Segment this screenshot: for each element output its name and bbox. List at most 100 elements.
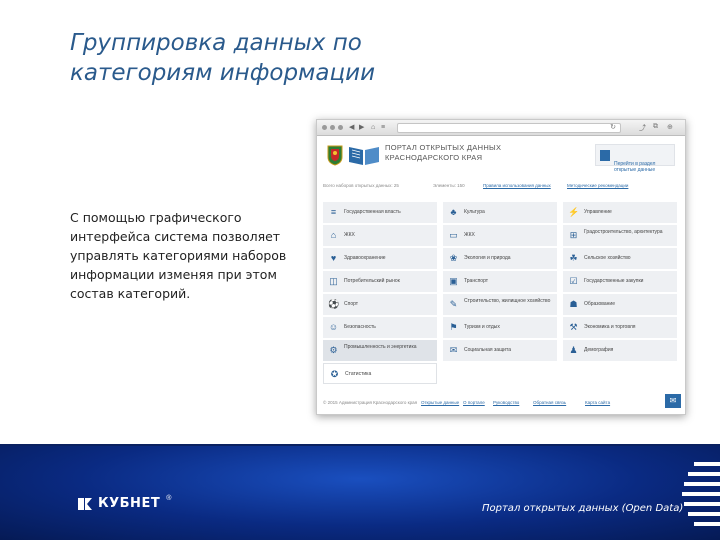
housing-icon: ⌂	[330, 230, 337, 240]
category-tile[interactable]: ✪ Статистика	[323, 363, 437, 384]
address-bar[interactable]: ↻	[397, 123, 621, 133]
copyright-text: © 2015 Администрация Краснодарского края	[323, 400, 418, 405]
government-icon: ≡	[330, 207, 337, 217]
category-label: Государственная власть	[344, 209, 401, 215]
category-tile[interactable]: ☗ Образование	[563, 294, 677, 315]
market-icon: ◫	[329, 276, 338, 286]
total-sets-text: Всего наборов открытых данных: 25	[323, 183, 399, 188]
social-icon: ✉	[449, 345, 458, 355]
footer-link-sitemap[interactable]: Карта сайта	[585, 400, 610, 405]
menu-icon[interactable]: ≡	[381, 124, 385, 132]
category-label: ЖКХ	[464, 232, 475, 238]
open-data-section-label: Перейти в раздел открытые данные	[614, 161, 656, 173]
categories-grid: ≡ Государственная власть ♣ Культура ⚡ Управле…	[323, 202, 681, 384]
category-label: Спорт	[344, 301, 359, 307]
logo-text: КУБНЕТ	[98, 496, 161, 511]
category-label: Строительство, жилищное хозяйство	[464, 298, 551, 304]
footer-link-about[interactable]: О портале	[463, 400, 485, 405]
window-close-dot[interactable]	[322, 125, 327, 130]
category-tile[interactable]: ♣ Культура	[443, 202, 557, 223]
category-tile[interactable]: ✉ Социальная защита	[443, 340, 557, 361]
category-label: Потребительский рынок	[344, 278, 400, 284]
footer-link-feedback[interactable]: Обратная связь	[533, 400, 566, 405]
share-icon[interactable]: ⤴	[639, 123, 646, 133]
demography-icon: ♟	[569, 345, 578, 355]
site-footer: © 2015 Администрация Краснодарского края…	[323, 394, 681, 409]
category-label: Туризм и отдых	[464, 324, 500, 330]
category-label: Промышленность и энергетика	[344, 344, 417, 350]
category-label: Сельское хозяйство	[584, 255, 631, 261]
mail-icon[interactable]: ✉	[665, 394, 681, 408]
category-label: Управление	[584, 209, 612, 215]
category-tile[interactable]: ⌂ ЖКХ	[323, 225, 437, 246]
sport-icon: ⚽	[328, 299, 340, 309]
category-label: Образование	[584, 301, 615, 307]
methods-link[interactable]: Методические рекомендации	[567, 183, 628, 188]
construction-icon: ✎	[449, 299, 458, 309]
footer-link-guide[interactable]: Руководство	[493, 400, 519, 405]
housing-card-icon: ▭	[449, 230, 458, 240]
category-tile[interactable]: ❀ Экология и природа	[443, 248, 557, 269]
category-tile[interactable]: ▭ ЖКХ	[443, 225, 557, 246]
reload-icon[interactable]: ↻	[610, 123, 616, 131]
info-row: Всего наборов открытых данных: 25 Элемен…	[317, 180, 685, 194]
architecture-icon: ⊞	[569, 230, 578, 240]
new-tab-icon[interactable]: ⊕	[667, 123, 673, 131]
category-label: Статистика	[345, 371, 372, 377]
logo-mark-icon	[78, 497, 92, 510]
portal-logo-icon[interactable]	[347, 144, 381, 166]
window-maximize-dot[interactable]	[338, 125, 343, 130]
procurement-icon: ☑	[569, 276, 578, 286]
home-icon[interactable]: ⌂	[371, 124, 375, 132]
category-label: Государственные закупки	[584, 278, 644, 284]
category-tile[interactable]: ⚑ Туризм и отдых	[443, 317, 557, 338]
category-tile[interactable]: ⚒ Экономика и торговля	[563, 317, 677, 338]
culture-icon: ♣	[450, 207, 457, 217]
decorative-stripes	[682, 462, 720, 526]
category-label: Транспорт	[464, 278, 489, 284]
ecology-icon: ❀	[449, 253, 458, 263]
transport-icon: ▣	[449, 276, 458, 286]
category-label: ЖКХ	[344, 232, 355, 238]
document-icon	[600, 150, 610, 161]
browser-window: ◀ ▶ ⌂ ≡ ↻ ⤴ ⧉ ⊕ Портал открытых данных К…	[316, 119, 686, 415]
category-tile[interactable]: ☑ Государственные закупки	[563, 271, 677, 292]
category-tile[interactable]: ♥ Здравоохранение	[323, 248, 437, 269]
category-tile[interactable]: ≡ Государственная власть	[323, 202, 437, 223]
health-icon: ♥	[330, 253, 337, 263]
open-data-section-button[interactable]: Перейти в раздел открытые данные	[595, 144, 675, 173]
rules-link[interactable]: Правила использования данных	[483, 183, 551, 188]
category-tile[interactable]: ◫ Потребительский рынок	[323, 271, 437, 292]
category-label: Культура	[464, 209, 485, 215]
category-tile[interactable]: ⚡ Управление	[563, 202, 677, 223]
category-label: Безопасность	[344, 324, 376, 330]
category-tile[interactable]: ▣ Транспорт	[443, 271, 557, 292]
agriculture-icon: ☘	[569, 253, 578, 263]
management-icon: ⚡	[568, 207, 580, 217]
category-tile[interactable]: ⚙ Промышленность и энергетика	[323, 340, 437, 361]
category-label: Экономика и торговля	[584, 324, 636, 330]
category-tile[interactable]: ⊞ Градостроительство, архитектура	[563, 225, 677, 246]
category-tile[interactable]: ☘ Сельское хозяйство	[563, 248, 677, 269]
footer-link-open-data[interactable]: Открытые данные	[421, 400, 459, 405]
forward-icon[interactable]: ▶	[359, 124, 364, 132]
category-tile[interactable]: ♟ Демография	[563, 340, 677, 361]
category-tile[interactable]: ☺ Безопасность	[323, 317, 437, 338]
slide-title: Группировка данных по категориям информа…	[70, 30, 376, 86]
site-header: Портал открытых данных Краснодарского кр…	[317, 136, 685, 180]
tourism-icon: ⚑	[449, 322, 458, 332]
category-tile[interactable]: ⚽ Спорт	[323, 294, 437, 315]
education-icon: ☗	[569, 299, 578, 309]
industry-icon: ⚙	[329, 345, 338, 355]
category-label: Экология и природа	[464, 255, 511, 261]
company-logo: КУБНЕТ ®	[78, 495, 171, 511]
footer-band: КУБНЕТ ® Портал открытых данных (Open Da…	[0, 444, 720, 540]
elements-count-text: Элементы: 150	[433, 183, 465, 188]
category-tile[interactable]: ✎ Строительство, жилищное хозяйство	[443, 294, 557, 315]
back-icon[interactable]: ◀	[349, 124, 354, 132]
window-minimize-dot[interactable]	[330, 125, 335, 130]
tabs-icon[interactable]: ⧉	[653, 123, 658, 131]
slide-description: С помощью графического интерфейса систем…	[70, 210, 287, 301]
statistics-icon: ✪	[330, 369, 339, 379]
portal-title[interactable]: Портал открытых данных Краснодарского кр…	[385, 143, 525, 163]
